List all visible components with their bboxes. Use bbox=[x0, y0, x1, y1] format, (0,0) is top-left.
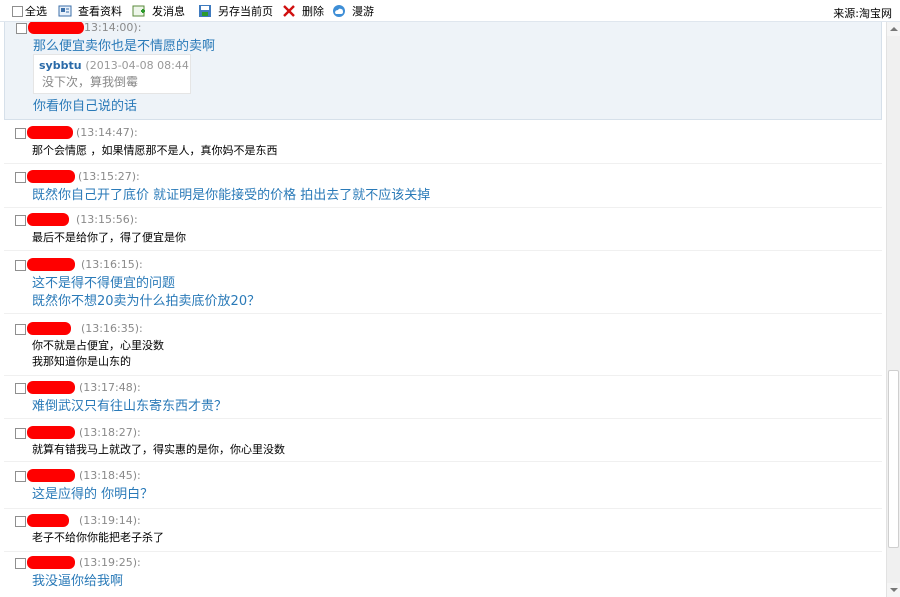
message-time: (13:19:25): bbox=[79, 556, 141, 569]
message-item[interactable]: (13:16:15): 这不是得不得便宜的问题 既然你不想20卖为什么拍卖底价放… bbox=[4, 254, 882, 314]
redacted-sender bbox=[28, 22, 84, 34]
message-item[interactable]: (13:15:27): 既然你自己开了底价 就证明是你能接受的价格 拍出去了就不… bbox=[4, 166, 882, 208]
redacted-sender bbox=[27, 469, 75, 482]
message-checkbox[interactable] bbox=[15, 471, 26, 482]
message-text: 这不是得不得便宜的问题 bbox=[32, 276, 176, 291]
message-text: 那个会情愿 ，如果情愿那不是人，真你妈不是东西 bbox=[32, 144, 278, 157]
message-checkbox[interactable] bbox=[16, 23, 27, 34]
message-checkbox[interactable] bbox=[15, 516, 26, 527]
add-message-icon bbox=[132, 4, 146, 18]
redacted-sender bbox=[27, 556, 75, 569]
message-time: (13:14:47): bbox=[76, 126, 138, 139]
message-text: 难倒武汉只有往山东寄东西才贵？ bbox=[32, 399, 228, 414]
save-page-button[interactable]: 另存当前页 bbox=[198, 3, 273, 19]
message-list[interactable]: 13:14:00): 那么便宜卖你也是不情愿的卖啊 sybbtu (2013-0… bbox=[0, 22, 886, 597]
quoted-user-name: sybbtu bbox=[39, 59, 82, 72]
select-all-checkbox[interactable]: 全选 bbox=[12, 3, 47, 19]
message-item[interactable]: (13:16:35): 你不就是占便宜，心里没数 我那知道你是山东的 bbox=[4, 318, 882, 376]
quoted-text: 没下次，算我倒霉 bbox=[42, 75, 139, 89]
profile-card-icon bbox=[58, 4, 72, 18]
message-text: 老子不给你你能把老子杀了 bbox=[32, 531, 164, 544]
message-checkbox[interactable] bbox=[15, 558, 26, 569]
redacted-sender bbox=[27, 426, 75, 439]
redacted-sender bbox=[27, 381, 75, 394]
message-item[interactable]: (13:14:47): 那个会情愿 ，如果情愿那不是人，真你妈不是东西 bbox=[4, 122, 882, 164]
message-item[interactable]: 13:14:00): 那么便宜卖你也是不情愿的卖啊 sybbtu (2013-0… bbox=[4, 22, 882, 120]
quoted-message: sybbtu (2013-04-08 08:44:41): 没下次，算我倒霉 bbox=[33, 54, 191, 94]
view-profile-button[interactable]: 查看资料 bbox=[58, 3, 122, 19]
message-checkbox[interactable] bbox=[15, 172, 26, 183]
quoted-sender: sybbtu (2013-04-08 08:44:41): bbox=[39, 59, 190, 72]
cloud-icon bbox=[332, 4, 346, 18]
message-text: 最后不是给你了，得了便宜是你 bbox=[32, 231, 186, 244]
message-checkbox[interactable] bbox=[15, 428, 26, 439]
message-item[interactable]: (13:17:48): 难倒武汉只有往山东寄东西才贵？ bbox=[4, 377, 882, 419]
roam-button[interactable]: 漫游 bbox=[332, 3, 374, 19]
source-label: 来源:淘宝网 bbox=[833, 7, 892, 20]
message-time: (13:16:15): bbox=[81, 258, 143, 271]
message-time: (13:17:48): bbox=[79, 381, 141, 394]
send-message-button[interactable]: 发消息 bbox=[132, 3, 185, 19]
message-time: (13:18:45): bbox=[79, 469, 141, 482]
redacted-sender bbox=[27, 322, 71, 335]
redacted-sender bbox=[27, 258, 75, 271]
message-time: (13:18:27): bbox=[79, 426, 141, 439]
message-text: 你看你自己说的话 bbox=[33, 99, 138, 114]
scroll-up-arrow-icon[interactable] bbox=[887, 22, 900, 36]
red-x-icon bbox=[282, 4, 296, 18]
message-item[interactable]: (13:18:45): 这是应得的 你明白？ bbox=[4, 465, 882, 509]
toolbar: 全选 查看资料 发消息 另存当前页 删除 漫游 来源:淘宝网 bbox=[0, 0, 900, 22]
quoted-time: (2013-04-08 08:44:41): bbox=[85, 59, 190, 72]
redacted-sender bbox=[27, 126, 73, 139]
message-text: 你不就是占便宜，心里没数 bbox=[32, 339, 164, 352]
redacted-sender bbox=[27, 514, 69, 527]
message-checkbox[interactable] bbox=[15, 215, 26, 226]
delete-button[interactable]: 删除 bbox=[282, 3, 324, 19]
message-time: (13:19:14): bbox=[79, 514, 141, 527]
select-all-label: 全选 bbox=[25, 5, 47, 18]
send-message-label: 发消息 bbox=[152, 5, 185, 18]
message-time: (13:15:27): bbox=[78, 170, 140, 183]
message-text: 这是应得的 你明白？ bbox=[32, 487, 154, 502]
message-text: 既然你不想20卖为什么拍卖底价放20？ bbox=[32, 294, 261, 309]
save-page-label: 另存当前页 bbox=[218, 5, 273, 18]
message-time: (13:15:56): bbox=[76, 213, 138, 226]
message-item[interactable]: (13:15:56): 最后不是给你了，得了便宜是你 bbox=[4, 209, 882, 251]
scroll-down-arrow-icon[interactable] bbox=[887, 583, 900, 597]
redacted-sender bbox=[27, 170, 75, 183]
message-item[interactable]: (13:18:27): 就算有错我马上就改了，得实惠的是你，你心里没数 bbox=[4, 422, 882, 462]
save-disk-icon bbox=[198, 4, 212, 18]
message-text: 那么便宜卖你也是不情愿的卖啊 bbox=[33, 39, 216, 54]
message-text: 既然你自己开了底价 就证明是你能接受的价格 拍出去了就不应该关掉 bbox=[32, 188, 431, 203]
message-time: (13:16:35): bbox=[81, 322, 143, 335]
delete-label: 删除 bbox=[302, 5, 324, 18]
message-text: 我没逼你给我啊 bbox=[32, 574, 124, 589]
vertical-scrollbar[interactable] bbox=[886, 22, 900, 597]
message-text: 就算有错我马上就改了，得实惠的是你，你心里没数 bbox=[32, 443, 285, 456]
message-text: 我那知道你是山东的 bbox=[32, 355, 131, 368]
message-checkbox[interactable] bbox=[15, 128, 26, 139]
message-item[interactable]: (13:19:25): 我没逼你给我啊 bbox=[4, 552, 882, 597]
message-checkbox[interactable] bbox=[15, 324, 26, 335]
checkbox-icon[interactable] bbox=[12, 5, 23, 17]
message-time: 13:14:00): bbox=[84, 22, 142, 34]
message-checkbox[interactable] bbox=[15, 260, 26, 271]
roam-label: 漫游 bbox=[352, 5, 374, 18]
scrollbar-thumb[interactable] bbox=[888, 370, 899, 548]
redacted-sender bbox=[27, 213, 69, 226]
view-profile-label: 查看资料 bbox=[78, 5, 122, 18]
message-item[interactable]: (13:19:14): 老子不给你你能把老子杀了 bbox=[4, 510, 882, 552]
message-checkbox[interactable] bbox=[15, 383, 26, 394]
